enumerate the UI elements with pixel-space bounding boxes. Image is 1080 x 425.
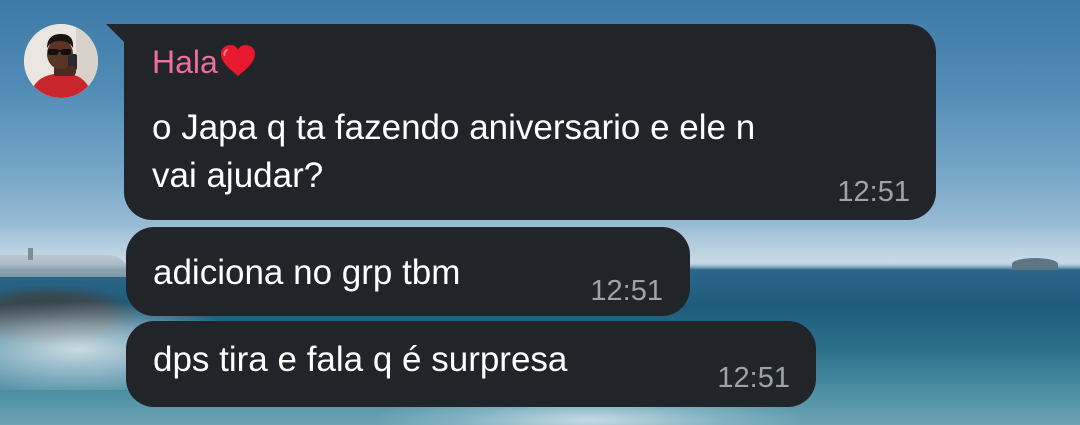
message-time: 12:51	[837, 176, 910, 208]
message-bubble[interactable]: Hala o Japa q ta fazendo aniversario e e…	[124, 24, 936, 220]
message-bubble[interactable]: adiciona no grp tbm 12:51	[126, 227, 690, 316]
message-text: adiciona no grp tbm	[153, 253, 461, 292]
wallpaper-shore	[0, 255, 130, 277]
message-line: o Japa q ta fazendo aniversario e ele n	[152, 108, 756, 147]
sender-avatar[interactable]	[24, 24, 98, 98]
message-text: dps tira e fala q é surpresa	[153, 340, 568, 379]
wallpaper-islet	[1012, 258, 1058, 270]
user-avatar-icon	[24, 24, 98, 98]
message-text: o Japa q ta fazendo aniversario e ele n …	[152, 104, 755, 200]
red-heart-icon	[220, 45, 255, 76]
sender-name-text: Hala	[152, 44, 218, 80]
message-line: vai ajudar?	[152, 156, 324, 195]
message-time: 12:51	[590, 275, 663, 307]
message-bubble[interactable]: dps tira e fala q é surpresa 12:51	[126, 321, 816, 407]
bubble-tail	[106, 24, 126, 44]
message-time: 12:51	[717, 362, 790, 394]
sender-name[interactable]: Hala	[152, 42, 257, 82]
wallpaper-tower	[28, 248, 33, 260]
